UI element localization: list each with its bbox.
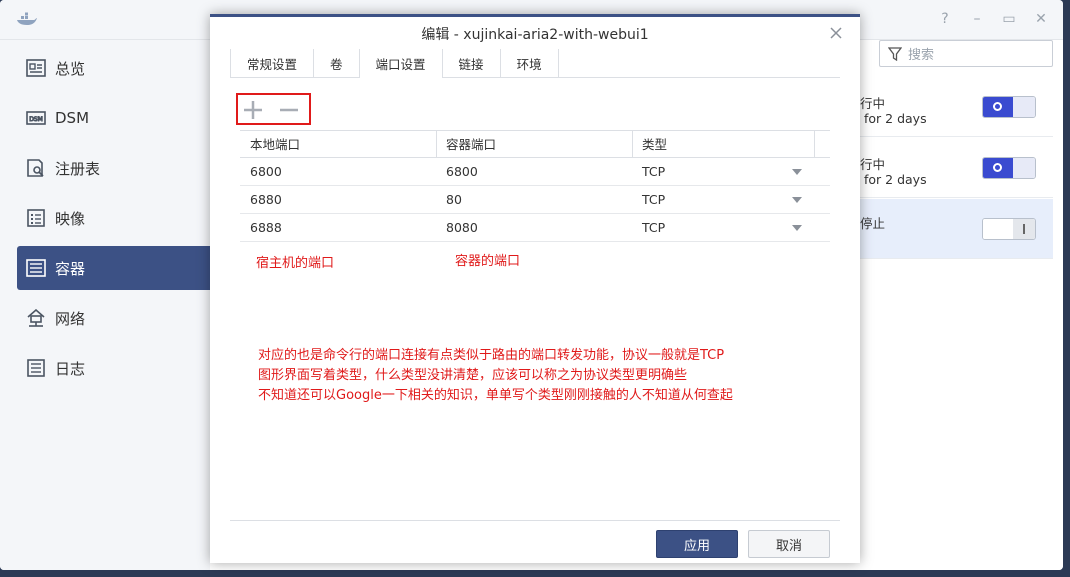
overview-icon — [25, 58, 47, 78]
sidebar-item-label: 容器 — [55, 259, 86, 278]
add-port-button[interactable] — [242, 99, 264, 121]
port-table: 本地端口 容器端口 类型 6800 6800 TCP 6880 80 TCP 6… — [240, 130, 830, 242]
dialog-title: 编辑 - xujinkai-aria2-with-webui1 — [421, 27, 649, 43]
edit-container-dialog: 编辑 - xujinkai-aria2-with-webui1 常规设置 卷 端… — [210, 14, 860, 563]
table-row[interactable]: 6880 80 TCP — [240, 186, 830, 214]
column-header-type[interactable]: 类型 — [632, 131, 667, 158]
chevron-down-icon[interactable] — [792, 225, 802, 231]
image-icon — [25, 208, 47, 228]
cancel-button[interactable]: 取消 — [748, 530, 830, 558]
sidebar-item-label: 映像 — [55, 209, 86, 228]
list-item[interactable]: 行中 for 2 days — [860, 138, 1053, 198]
chevron-down-icon[interactable] — [792, 197, 802, 203]
registry-icon — [25, 158, 47, 178]
container-status: 行中 — [860, 157, 886, 172]
close-icon[interactable] — [828, 25, 844, 41]
help-icon[interactable]: ? — [938, 12, 952, 26]
minus-icon — [280, 108, 298, 112]
tab-environment[interactable]: 环境 — [499, 49, 559, 78]
sidebar-item-registry[interactable]: 注册表 — [17, 146, 210, 190]
annotation-note-line: 不知道还可以Google一下相关的知识，单单写个类型刚刚接触的人不知道从何查起 — [258, 388, 733, 403]
svg-text:DSM: DSM — [29, 116, 43, 123]
filter-icon — [888, 46, 902, 61]
list-item[interactable]: 停止 — [860, 199, 1053, 259]
network-icon — [25, 308, 47, 328]
log-icon — [25, 358, 47, 378]
table-header: 本地端口 容器端口 类型 — [240, 130, 830, 158]
container-status: 停止 — [860, 216, 886, 231]
sidebar-item-image[interactable]: 映像 — [17, 196, 210, 240]
container-uptime: for 2 days — [864, 172, 927, 187]
container-toggle[interactable] — [982, 96, 1036, 118]
annotation-container-port: 容器的端口 — [455, 254, 521, 269]
sidebar-item-overview[interactable]: 总览 — [17, 46, 210, 90]
container-toggle[interactable] — [982, 218, 1036, 240]
container-status: 行中 — [860, 96, 886, 111]
local-port-cell[interactable]: 6880 — [240, 186, 282, 213]
dialog-tabs: 常规设置 卷 端口设置 链接 环境 — [230, 49, 840, 78]
remove-port-button[interactable] — [278, 99, 300, 121]
sidebar-item-network[interactable]: 网络 — [17, 296, 210, 340]
local-port-cell[interactable]: 6888 — [240, 214, 282, 241]
table-row[interactable]: 6888 8080 TCP — [240, 214, 830, 242]
sidebar-item-label: DSM — [55, 109, 90, 127]
container-port-cell[interactable]: 8080 — [436, 214, 478, 241]
tab-volume[interactable]: 卷 — [313, 49, 359, 78]
dsm-icon: DSM — [25, 108, 47, 128]
sidebar-item-label: 日志 — [55, 359, 86, 378]
annotation-host-port: 宿主机的端口 — [256, 256, 335, 271]
sidebar-item-log[interactable]: 日志 — [17, 346, 210, 390]
plus-icon — [244, 101, 262, 119]
tab-links[interactable]: 链接 — [441, 49, 500, 78]
sidebar-item-container[interactable]: 容器 — [17, 246, 210, 290]
close-window-icon[interactable]: ✕ — [1034, 12, 1048, 26]
annotation-note: 对应的也是命令行的端口连接有点类似于路由的端口转发功能，协议一般就是TCP 图形… — [258, 346, 733, 406]
local-port-cell[interactable]: 6800 — [240, 158, 282, 185]
container-toggle[interactable] — [982, 157, 1036, 179]
sidebar: 总览 DSM DSM 注册表 映像 容器 网络 日志 — [0, 40, 210, 570]
sidebar-item-label: 总览 — [55, 59, 86, 78]
type-cell[interactable]: TCP — [632, 186, 665, 213]
column-header-local-port[interactable]: 本地端口 — [240, 131, 300, 158]
list-item[interactable]: 行中 for 2 days — [860, 77, 1053, 137]
type-cell[interactable]: TCP — [632, 158, 665, 185]
container-icon — [25, 258, 47, 278]
annotation-note-line: 图形界面写着类型，什么类型没讲清楚，应该可以称之为协议类型更明确些 — [258, 368, 688, 383]
container-uptime: for 2 days — [864, 111, 927, 126]
container-port-cell[interactable]: 6800 — [436, 158, 478, 185]
minimize-icon[interactable]: – — [970, 12, 984, 26]
tab-general[interactable]: 常规设置 — [230, 49, 313, 78]
apply-button[interactable]: 应用 — [656, 530, 738, 558]
column-header-container-port[interactable]: 容器端口 — [436, 131, 496, 158]
annotation-note-line: 对应的也是命令行的端口连接有点类似于路由的端口转发功能，协议一般就是TCP — [258, 348, 725, 363]
search-placeholder: 搜索 — [908, 48, 935, 63]
chevron-down-icon[interactable] — [792, 169, 802, 175]
tab-port-settings[interactable]: 端口设置 — [358, 49, 442, 78]
sidebar-item-label: 网络 — [55, 309, 86, 328]
docker-logo-icon — [17, 12, 37, 25]
search-input[interactable]: 搜索 — [879, 40, 1053, 67]
table-row[interactable]: 6800 6800 TCP — [240, 158, 830, 186]
sidebar-item-label: 注册表 — [55, 159, 101, 178]
container-port-cell[interactable]: 80 — [436, 186, 462, 213]
footer-divider — [230, 520, 840, 521]
port-toolbar — [236, 93, 311, 125]
type-cell[interactable]: TCP — [632, 214, 665, 241]
maximize-icon[interactable]: ▭ — [1002, 12, 1016, 26]
sidebar-item-dsm[interactable]: DSM DSM — [17, 96, 210, 140]
